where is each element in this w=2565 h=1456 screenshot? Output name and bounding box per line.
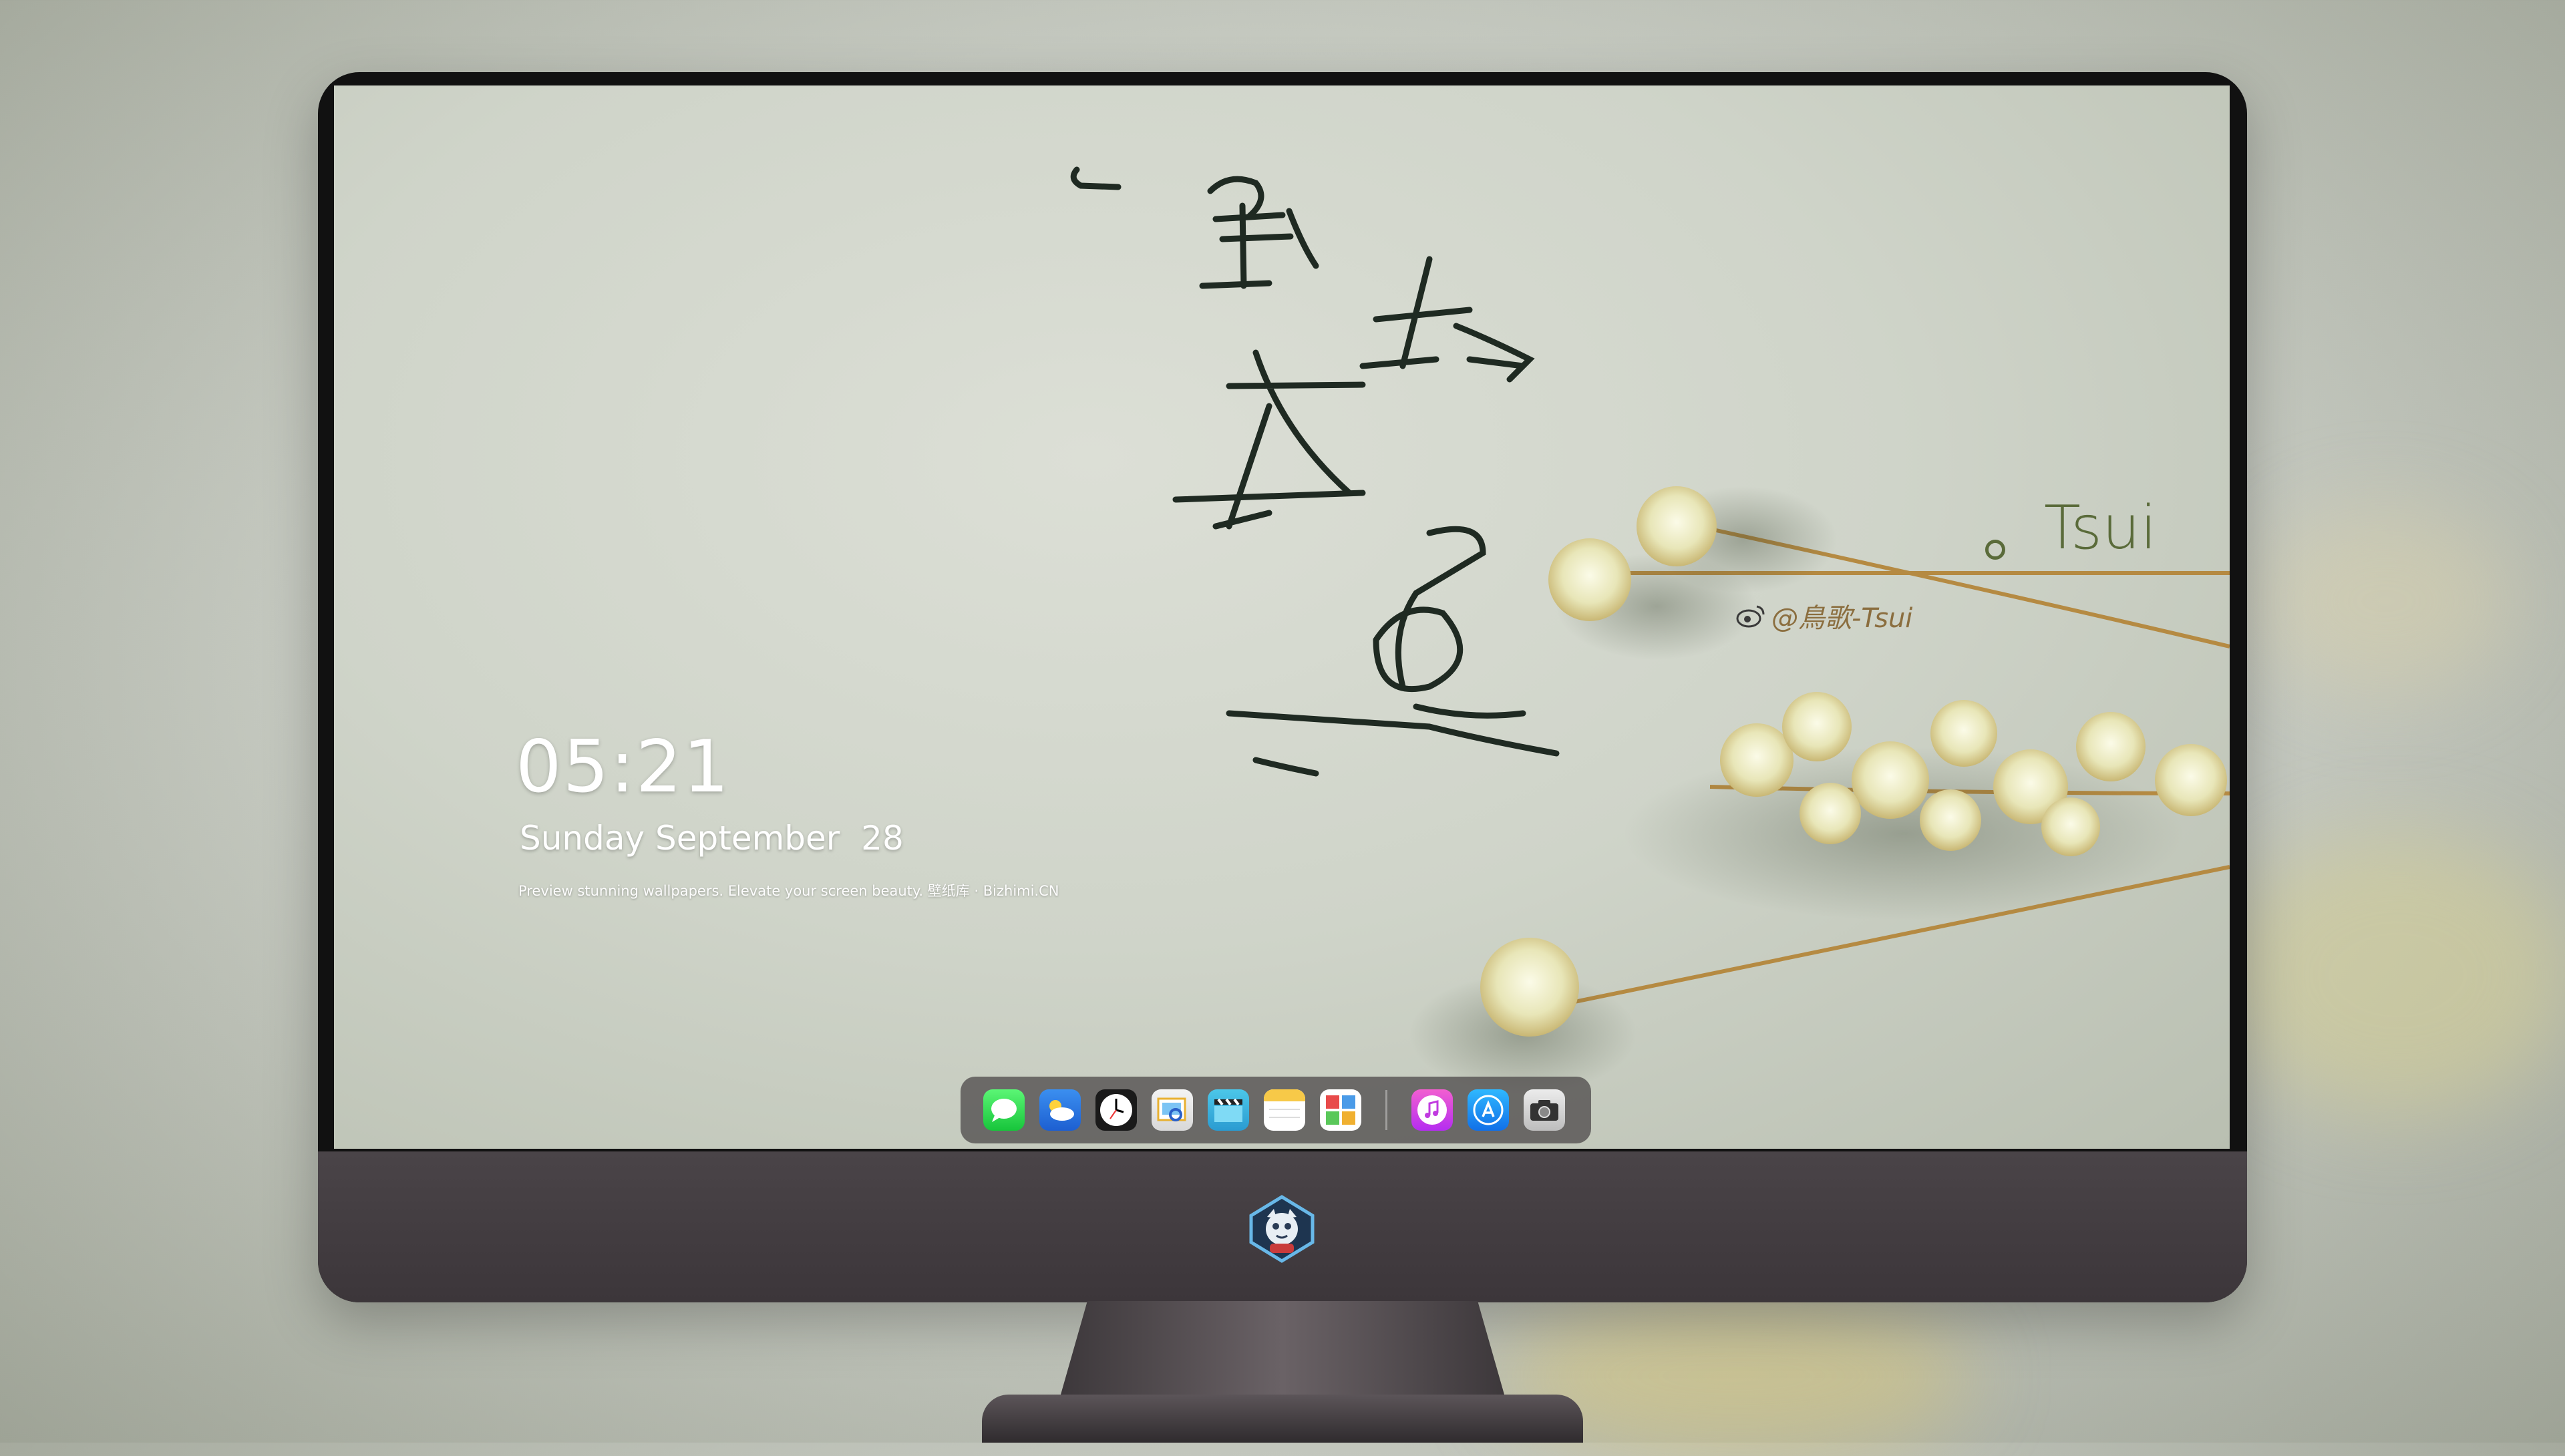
desktop-screen: Tsui @鳥歌-Tsui 05:21 Sunday September 28 … — [334, 85, 2230, 1149]
wallpaper-artwork — [1070, 166, 2230, 1094]
clock-icon[interactable] — [1095, 1089, 1137, 1131]
mascot-logo-icon — [1247, 1194, 1317, 1264]
wallpaper-signature: Tsui — [2044, 493, 2158, 563]
dock-separator — [1385, 1090, 1387, 1130]
dock — [961, 1077, 1591, 1143]
monitor-stand-base — [982, 1395, 1583, 1443]
music-icon[interactable] — [1411, 1089, 1453, 1131]
photo-collage-icon[interactable] — [1320, 1089, 1361, 1131]
signature-dot — [1985, 540, 2005, 560]
camera-icon[interactable] — [1524, 1089, 1565, 1131]
clapperboard-icon[interactable] — [1208, 1089, 1249, 1131]
background-blur-flower — [2258, 508, 2512, 695]
lockscreen-tagline: Preview stunning wallpapers. Elevate you… — [518, 883, 1059, 899]
app-store-icon[interactable] — [1468, 1089, 1509, 1131]
weibo-icon — [1736, 605, 1765, 628]
background-blur-flower — [2224, 835, 2565, 1115]
weibo-handle: @鳥歌-Tsui — [1771, 603, 1913, 634]
messages-icon[interactable] — [983, 1089, 1025, 1131]
weather-icon[interactable] — [1039, 1089, 1081, 1131]
lockscreen-date: Sunday September 28 — [520, 819, 904, 858]
preview-icon[interactable] — [1152, 1089, 1193, 1131]
lockscreen-time: 05:21 — [516, 725, 731, 809]
weibo-watermark: @鳥歌-Tsui — [1735, 596, 1912, 635]
notes-icon[interactable] — [1264, 1089, 1305, 1131]
